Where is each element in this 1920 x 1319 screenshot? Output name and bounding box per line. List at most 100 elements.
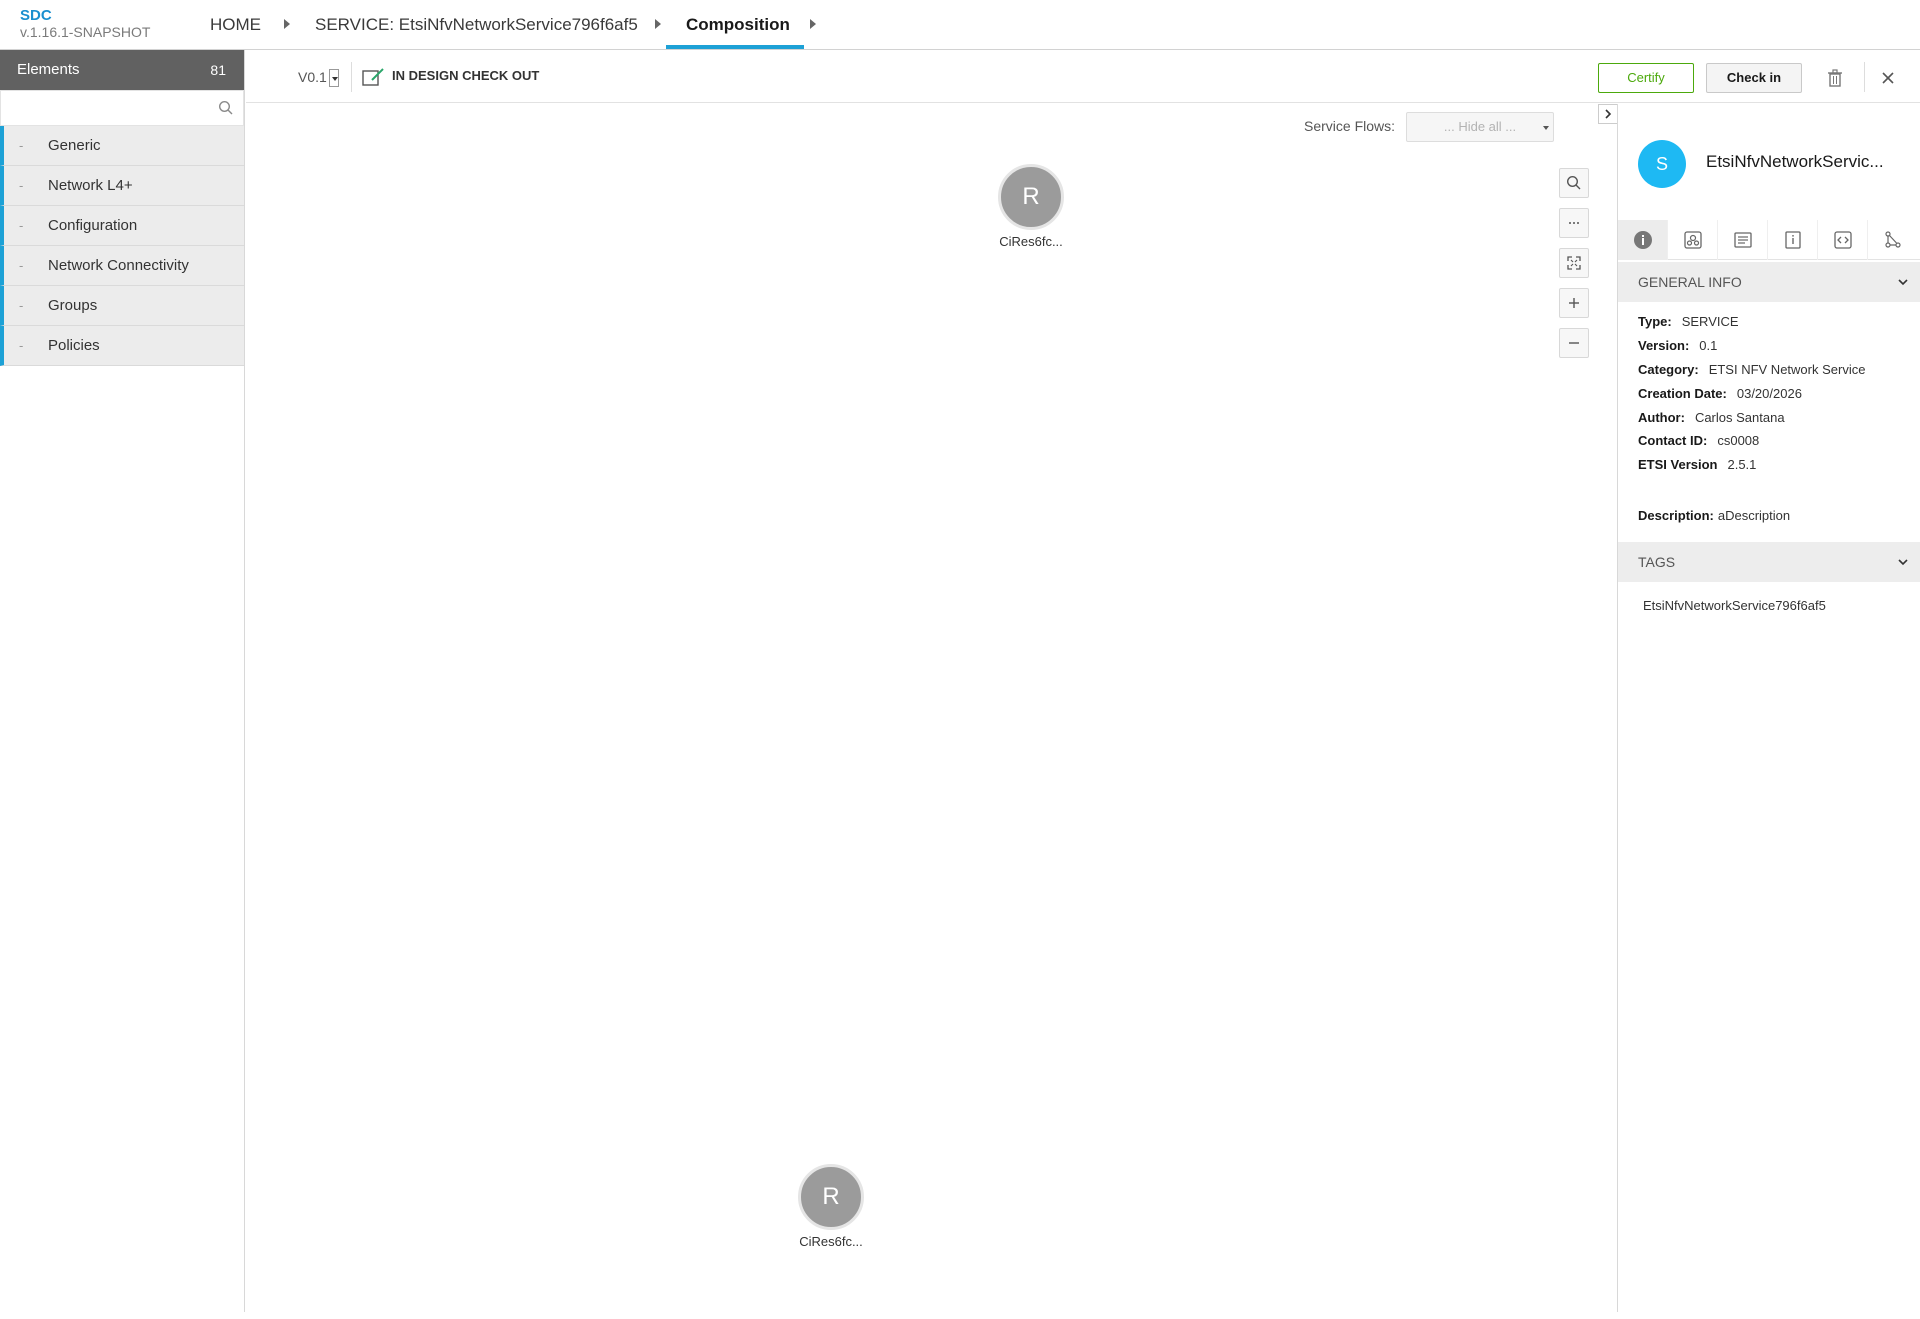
info-category: Category: ETSI NFV Network Service [1638,362,1865,377]
tags-title: TAGS [1638,554,1676,570]
tab-general-info[interactable] [1618,220,1668,260]
zoom-in-button[interactable] [1559,288,1589,318]
version-select[interactable]: V0.1 [298,66,339,88]
lifecycle-status: IN DESIGN CHECK OUT [362,64,539,88]
workspace-toolbar: V0.1 IN DESIGN CHECK OUT Certify Check i… [246,50,1920,103]
properties-icon [1733,232,1752,248]
info-value: 2.5.1 [1727,457,1757,472]
tags-header[interactable]: TAGS [1618,542,1920,582]
category-label: Configuration [48,217,138,234]
expand-icon [1567,256,1581,270]
info-value: SERVICE [1681,314,1739,329]
info-etsi-version: ETSI Version 2.5.1 [1638,457,1756,472]
zoom-out-button[interactable] [1559,328,1589,358]
trash-icon[interactable] [1825,68,1845,88]
node-label: CiRes6fc... [799,1234,863,1249]
info-value: ETSI NFV Network Service [1708,362,1866,377]
version-value: V0.1 [298,69,327,85]
info-label: Description: [1638,508,1714,523]
info-value: aDescription [1717,508,1791,523]
service-name: EtsiNfvNetworkServic... [1706,152,1884,171]
info-icon [1633,231,1652,249]
service-flows-value: ... Hide all ... [1443,119,1517,134]
palette-category-generic[interactable]: - Generic [0,126,244,166]
elements-palette: Elements 81 - Generic - Network L4+ - Co… [0,50,245,1312]
palette-category-network-connectivity[interactable]: - Network Connectivity [0,246,244,286]
tag-item: EtsiNfvNetworkService796f6af5 [1643,598,1826,613]
search-icon[interactable] [218,100,234,116]
node-circle[interactable]: R [798,1164,864,1230]
palette-category-configuration[interactable]: - Configuration [0,206,244,246]
toolbar-divider [1864,62,1865,92]
info-author: Author: Carlos Santana [1638,410,1785,425]
service-flows-label: Service Flows: [1304,118,1396,134]
tab-properties[interactable] [1718,220,1768,260]
node-label: CiRes6fc... [999,234,1063,249]
palette-title: Elements [17,61,80,78]
search-canvas-button[interactable] [1559,168,1589,198]
canvas-node[interactable]: R CiRes6fc... [771,1164,891,1249]
artifacts-icon [1683,231,1702,249]
info-box-icon [1784,231,1801,249]
chevron-down-icon [1543,126,1549,130]
collapse-panel-button[interactable] [1598,104,1618,124]
palette-search [0,90,244,126]
collapse-dash-icon: - [19,218,24,233]
info-value: Carlos Santana [1694,410,1785,425]
fit-to-screen-button[interactable] [1559,248,1589,278]
category-label: Network L4+ [48,177,133,194]
tab-api[interactable] [1818,220,1868,260]
general-info-title: GENERAL INFO [1638,274,1742,290]
palette-category-network-l4[interactable]: - Network L4+ [0,166,244,206]
category-label: Policies [48,337,100,354]
check-in-button[interactable]: Check in [1706,63,1802,93]
service-avatar: S [1638,140,1686,188]
top-nav-bar: SDC v.1.16.1-SNAPSHOT HOME SERVICE: Etsi… [0,0,1920,50]
checkout-edit-icon [362,67,384,86]
close-icon[interactable] [1878,68,1898,88]
palette-category-groups[interactable]: - Groups [0,286,244,326]
info-version: Version: 0.1 [1638,338,1717,353]
minus-icon [1569,342,1579,344]
breadcrumb-service[interactable]: SERVICE: EtsiNfvNetworkService796f6af5 [315,0,638,50]
plus-icon [1569,298,1579,308]
general-info-header[interactable]: GENERAL INFO [1618,262,1920,302]
breadcrumb-caret-icon[interactable] [284,19,290,29]
app-version: v.1.16.1-SNAPSHOT [20,24,151,40]
collapse-dash-icon: - [19,178,24,193]
info-contact-id: Contact ID: cs0008 [1638,433,1759,448]
relations-icon [1885,231,1901,248]
more-options-button[interactable] [1559,208,1589,238]
tab-deployment-artifacts[interactable] [1668,220,1718,260]
info-label: Author: [1638,410,1685,425]
node-circle[interactable]: R [998,164,1064,230]
info-type: Type: SERVICE [1638,314,1739,329]
info-label: Type: [1638,314,1672,329]
breadcrumb-caret-icon[interactable] [810,19,816,29]
chevron-down-icon [1898,279,1908,286]
collapse-dash-icon: - [19,298,24,313]
composition-canvas[interactable]: Service Flows: ... Hide all ... R CiRes6… [246,104,1616,1312]
chevron-down-icon [328,69,339,88]
info-label: Contact ID: [1638,433,1708,448]
tab-information-artifacts[interactable] [1768,220,1818,260]
palette-category-policies[interactable]: - Policies [0,326,244,366]
breadcrumb-composition[interactable]: Composition [686,0,790,50]
canvas-node[interactable]: R CiRes6fc... [971,164,1091,249]
chevron-down-icon [1898,559,1908,566]
info-value: 0.1 [1699,338,1718,353]
info-label: Creation Date: [1638,386,1727,401]
palette-search-input[interactable] [0,90,244,126]
info-value: cs0008 [1717,433,1760,448]
certify-button[interactable]: Certify [1598,63,1694,93]
breadcrumb-home[interactable]: HOME [210,0,261,50]
breadcrumb-caret-icon[interactable] [655,19,661,29]
active-breadcrumb-indicator [666,45,804,49]
collapse-dash-icon: - [19,258,24,273]
ellipsis-icon [1569,222,1579,224]
tab-relations[interactable] [1868,220,1918,260]
palette-count: 81 [210,62,226,78]
service-flows-select[interactable]: ... Hide all ... [1406,112,1554,142]
app-logo[interactable]: SDC v.1.16.1-SNAPSHOT [20,8,151,41]
code-icon [1833,231,1852,249]
